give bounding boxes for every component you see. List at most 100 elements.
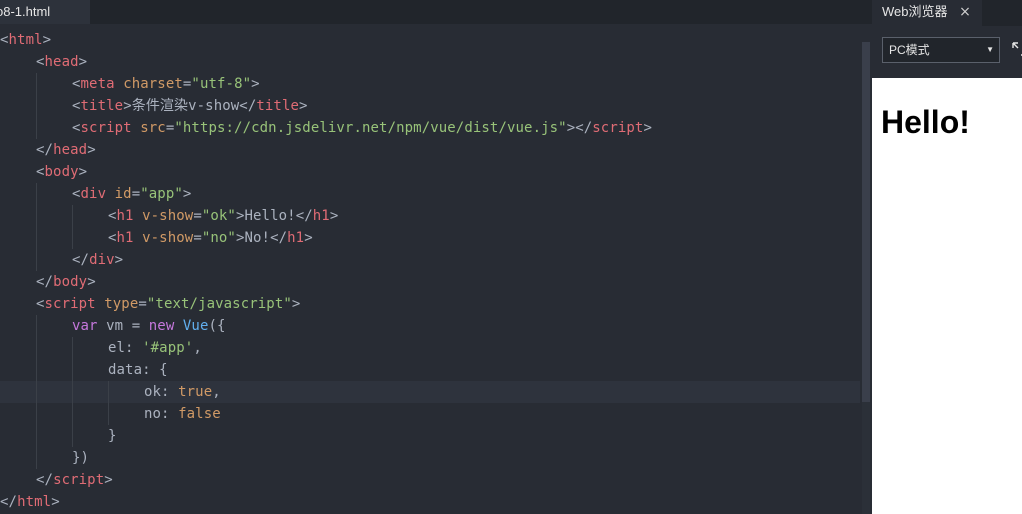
code-line[interactable]: <html> (0, 29, 860, 51)
code-token: No! (244, 230, 271, 246)
code-line[interactable]: ok: true, (0, 381, 860, 403)
code-line[interactable]: data: { (0, 359, 860, 381)
code-line-text: <html> (0, 29, 51, 51)
code-token: ({ (208, 318, 226, 334)
code-token: html (8, 32, 43, 48)
code-token: body (44, 164, 79, 180)
code-token: no: (144, 406, 179, 422)
code-token: > (42, 32, 52, 48)
code-line-text: data: { (108, 359, 168, 381)
mode-select-value: PC模式 (889, 43, 930, 57)
code-token: </ (36, 142, 54, 158)
code-token: ></ (566, 120, 593, 136)
code-token: var (72, 318, 107, 334)
code-line-text: <div id="app"> (72, 183, 191, 205)
code-line[interactable]: <h1 v-show="no">No!</h1> (0, 227, 860, 249)
code-token: data: { (108, 362, 168, 378)
code-token: , (212, 384, 221, 400)
indent-guide (36, 359, 37, 381)
code-line[interactable]: </div> (0, 249, 860, 271)
indent-guide (72, 359, 73, 381)
indent-guide (36, 249, 37, 271)
code-token: > (123, 98, 132, 114)
code-token: new (148, 318, 183, 334)
indent-guide (36, 315, 37, 337)
editor-scrollbar[interactable] (862, 42, 870, 514)
indent-guide (36, 447, 37, 469)
code-token: > (235, 208, 245, 224)
indent-guide (72, 403, 73, 425)
code-token: = (193, 208, 202, 224)
close-icon[interactable]: × (958, 0, 972, 24)
code-line[interactable]: </body> (0, 271, 860, 293)
code-token: > (78, 54, 88, 70)
code-line[interactable]: <meta charset="utf-8"> (0, 73, 860, 95)
code-line[interactable]: <body> (0, 161, 860, 183)
editor-tab-bar: o8-1.html (0, 0, 872, 24)
code-token: > (251, 76, 260, 92)
browser-tab-label: Web浏览器 (882, 4, 948, 19)
code-token: ok: (144, 384, 179, 400)
expand-icon[interactable] (1012, 42, 1022, 56)
code-line-text: <script type="text/javascript"> (36, 293, 300, 315)
indent-guide (72, 205, 73, 227)
code-line[interactable]: <head> (0, 51, 860, 73)
code-token: > (643, 120, 652, 136)
editor-tab-file[interactable]: o8-1.html (0, 0, 90, 24)
code-line-text: el: '#app', (108, 337, 202, 359)
web-browser-panel: Web浏览器 × PC模式 ▼ Hello! (872, 0, 1022, 514)
code-line[interactable]: <title>条件渲染v-show</title> (0, 95, 860, 117)
code-line-text: }) (72, 447, 89, 469)
code-line[interactable]: </head> (0, 139, 860, 161)
code-area[interactable]: <html> <head> <meta charset="utf-8"> <title… (0, 29, 860, 513)
code-token: script (53, 472, 105, 488)
indent-guide (72, 337, 73, 359)
code-token: > (87, 274, 96, 290)
code-line[interactable]: <script type="text/javascript"> (0, 293, 860, 315)
code-token: v-show (142, 208, 194, 224)
code-line[interactable]: <div id="app"> (0, 183, 860, 205)
code-token: < (36, 296, 45, 312)
code-token: "app" (140, 186, 183, 202)
code-line[interactable]: <h1 v-show="ok">Hello!</h1> (0, 205, 860, 227)
code-line-text: no: false (144, 403, 221, 425)
code-token: , (193, 340, 202, 356)
indent-guide (108, 381, 109, 403)
code-line[interactable]: var vm = new Vue({ (0, 315, 860, 337)
code-line-text: </script> (36, 469, 113, 491)
code-token: Vue (182, 318, 209, 334)
code-token: vm = (106, 318, 149, 334)
code-token: </ (36, 274, 54, 290)
code-line[interactable]: <script src="https://cdn.jsdelivr.net/np… (0, 117, 860, 139)
code-token: }) (72, 450, 90, 466)
indent-guide (72, 227, 73, 249)
code-token: </ (239, 98, 257, 114)
code-token: h1 (116, 230, 143, 246)
editor-scrollbar-thumb[interactable] (862, 42, 870, 402)
indent-guide (36, 73, 37, 95)
chevron-down-icon: ▼ (986, 45, 994, 54)
code-line-text: </html> (0, 491, 60, 513)
code-line[interactable]: el: '#app', (0, 337, 860, 359)
code-line[interactable]: no: false (0, 403, 860, 425)
code-token: < (108, 208, 117, 224)
indent-guide (36, 183, 37, 205)
code-token: h1 (116, 208, 143, 224)
indent-guide (36, 117, 37, 139)
code-line-text: </div> (72, 249, 123, 271)
code-line-text: <title>条件渲染v-show</title> (72, 95, 308, 117)
code-token: < (72, 186, 81, 202)
code-line[interactable]: }) (0, 447, 860, 469)
code-line-text: <body> (36, 161, 87, 183)
code-line[interactable]: } (0, 425, 860, 447)
code-line[interactable]: </html> (0, 491, 860, 513)
code-editor[interactable]: o8-1.html <html> <head> <meta charset="utf… (0, 0, 872, 514)
code-token: '#app' (142, 340, 194, 356)
browser-toolbar: PC模式 ▼ (872, 26, 1022, 78)
code-token: < (108, 230, 117, 246)
code-line-text: ok: true, (144, 381, 221, 403)
code-line-text: </body> (36, 271, 96, 293)
code-line[interactable]: </script> (0, 469, 860, 491)
mode-select[interactable]: PC模式 ▼ (882, 37, 1000, 63)
code-token: script (592, 120, 644, 136)
